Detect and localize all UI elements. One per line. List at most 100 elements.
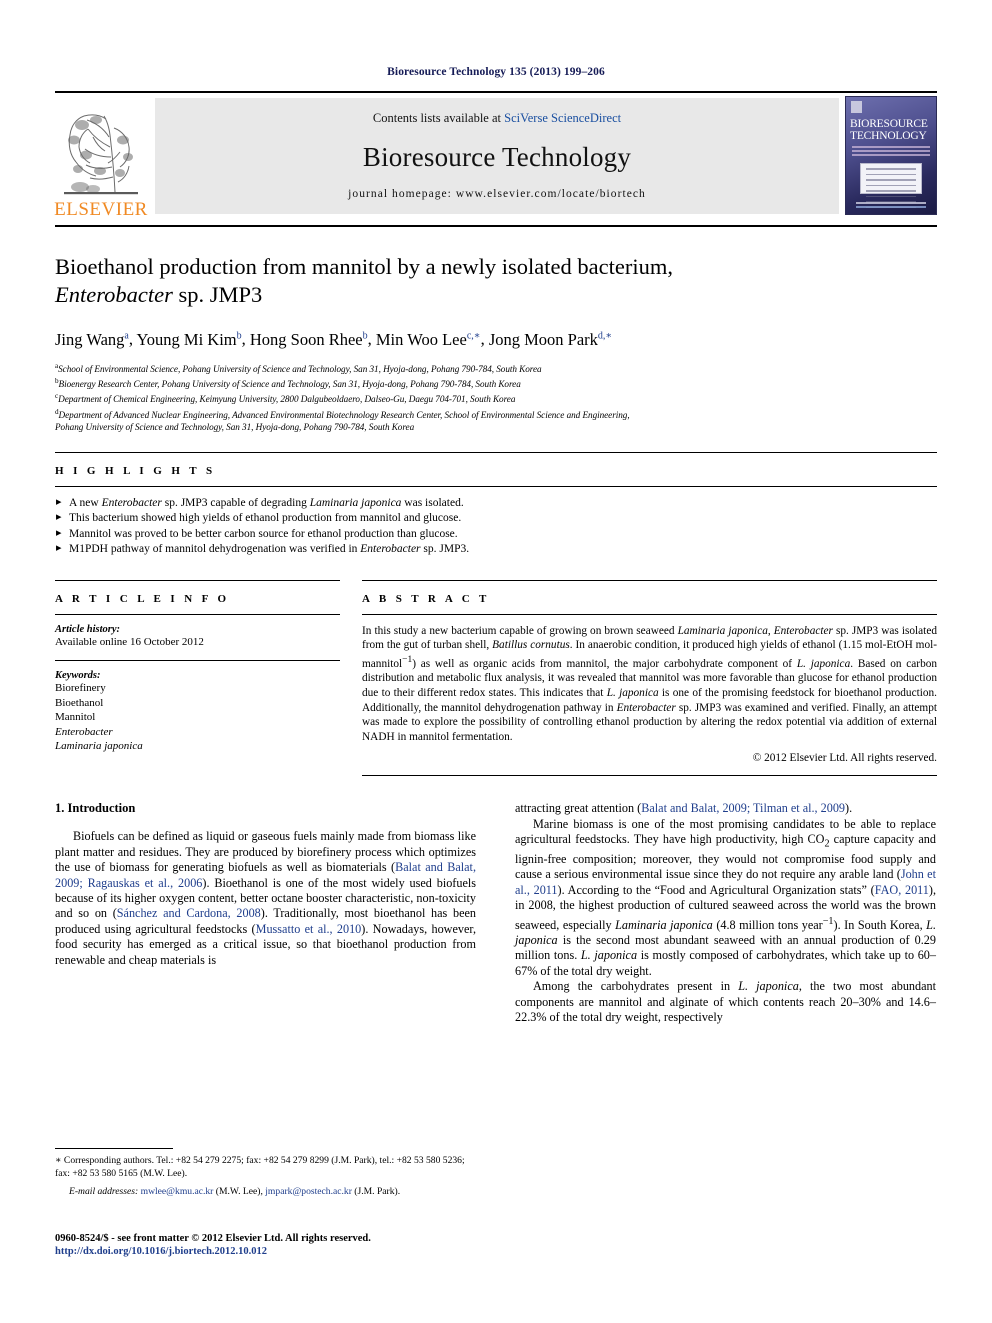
journal-band: Contents lists available at SciVerse Sci… <box>155 98 839 214</box>
keyword: Laminaria japonica <box>55 740 143 753</box>
italic-term: L. japonica <box>796 657 851 670</box>
highlight-text: This bacterium showed high yields of eth… <box>69 512 462 525</box>
highlight-text: Mannitol was proved to be better carbon … <box>69 527 458 540</box>
section-heading-introduction: 1. Introduction <box>55 801 136 816</box>
citation-link[interactable]: Sánchez and Cardona, 2008 <box>117 906 261 920</box>
italic-term: Laminaria japonica <box>615 917 713 932</box>
author-sep: , <box>480 329 489 349</box>
article-info-heading: A R T I C L E I N F O <box>55 592 230 605</box>
running-head: Bioresource Technology 135 (2013) 199–20… <box>387 66 605 78</box>
cover-title: BIORESOURCE TECHNOLOGY <box>850 118 932 142</box>
citation-link[interactable]: Mussatto et al., 2010 <box>256 922 362 936</box>
cover-elsevier-icon <box>851 101 862 113</box>
body-column-left: 1. Introduction Biofuels can be defined … <box>55 801 476 1025</box>
cover-footer-lines <box>856 202 926 210</box>
issn-front-matter: 0960-8524/$ - see front matter © 2012 El… <box>55 1233 371 1244</box>
paragraph: Marine biomass is one of the most promis… <box>515 816 937 978</box>
journal-article-page: Bioresource Technology 135 (2013) 199–20… <box>0 0 992 1323</box>
article-info-column: A R T I C L E I N F O Article history: A… <box>55 579 340 777</box>
citation-link[interactable]: FAO, 2011 <box>875 883 929 897</box>
keywords-rule <box>55 660 340 662</box>
cover-subtitle-lines <box>852 146 930 159</box>
italic-term: L. japonica <box>738 979 799 994</box>
highlight-text: M1PDH pathway of mannitol dehydrogenatio… <box>69 543 361 556</box>
citation-link[interactable]: Balat and Balat, 2009; Tilman et al., 20… <box>641 801 845 815</box>
highlight-item: A new Enterobacter sp. JMP3 capable of d… <box>55 495 937 512</box>
affiliation: cDepartment of Chemical Engineering, Kei… <box>55 390 937 405</box>
abstract-column: A B S T R A C T In this study a new bact… <box>362 579 937 777</box>
elsevier-wordmark: ELSEVIER <box>54 199 148 220</box>
author-sep: , <box>241 329 250 349</box>
journal-cover-thumbnail: BIORESOURCE TECHNOLOGY <box>845 96 937 215</box>
italic-term: Enterobacter <box>616 701 676 714</box>
author-affil-mark: c,∗ <box>466 330 481 341</box>
cover-title-line2: TECHNOLOGY <box>850 129 927 142</box>
abstract-mid-rule <box>362 613 937 615</box>
author[interactable]: Young Mi Kimb <box>137 330 242 349</box>
author-name: Jong Moon Park <box>488 329 598 349</box>
article-info-top-rule <box>55 579 340 581</box>
masthead-bottom-rule <box>55 225 937 227</box>
page-title: Bioethanol production from mannitol by a… <box>55 253 937 309</box>
italic-term: L. japonica <box>580 948 638 963</box>
email-label: E-mail addresses: <box>69 1186 139 1198</box>
author-name: Jing Wang <box>55 329 125 349</box>
affiliation-list: aSchool of Environmental Science, Pohang… <box>55 360 937 434</box>
highlight-item: Mannitol was proved to be better carbon … <box>55 526 937 543</box>
highlight-text: sp. JMP3 capable of degrading <box>161 496 310 509</box>
affiliation-text: Department of Chemical Engineering, Keim… <box>58 394 516 405</box>
author[interactable]: Min Woo Leec,∗ <box>376 330 481 349</box>
article-title-line2-rest: sp. JMP3 <box>172 282 263 307</box>
keyword: Biorefinery <box>55 682 106 695</box>
affiliation-text: Department of Advanced Nuclear Engineeri… <box>58 409 630 420</box>
sciencedirect-link[interactable]: SciVerse ScienceDirect <box>504 111 621 125</box>
italic-term: Laminaria japonica <box>677 624 768 637</box>
affiliation: dDepartment of Advanced Nuclear Engineer… <box>55 406 937 421</box>
elsevier-logo: ELSEVIER <box>54 93 148 221</box>
author[interactable]: Jong Moon Parkd,∗ <box>489 330 612 349</box>
abstract-bottom-rule <box>362 775 937 777</box>
highlights-heading: H I G H L I G H T S <box>55 464 216 477</box>
cover-figure <box>860 163 922 208</box>
author-list: Jing Wanga, Young Mi Kimb, Hong Soon Rhe… <box>55 326 937 350</box>
email-link-2[interactable]: jmpark@postech.ac.kr <box>265 1186 352 1197</box>
affiliation: bBioenergy Research Center, Pohang Unive… <box>55 375 937 390</box>
email-owner-1: (M.W. Lee), <box>213 1186 266 1198</box>
keyword: Mannitol <box>55 711 96 724</box>
paragraph: Biofuels can be defined as liquid or gas… <box>55 829 476 967</box>
footnote-area: ∗ Corresponding authors. Tel.: +82 54 27… <box>55 1148 476 1199</box>
affiliation-text: School of Environmental Science, Pohang … <box>58 363 542 374</box>
doi-link[interactable]: http://dx.doi.org/10.1016/j.biortech.201… <box>55 1245 575 1258</box>
article-title-genus: Enterobacter <box>55 282 173 307</box>
email-link-1[interactable]: mwlee@kmu.ac.kr <box>141 1186 214 1197</box>
journal-title: Bioresource Technology <box>362 141 632 172</box>
abstract-heading: A B S T R A C T <box>362 592 490 605</box>
paragraph-continued: attracting great attention (Balat and Ba… <box>515 801 853 816</box>
abstract-copyright: © 2012 Elsevier Ltd. All rights reserved… <box>752 752 937 765</box>
highlights-top-rule <box>55 451 937 453</box>
highlight-item: This bacterium showed high yields of eth… <box>55 510 937 527</box>
paragraph: Among the carbohydrates present in L. ja… <box>515 979 936 1025</box>
keywords-label: Keywords: <box>55 670 101 682</box>
author-sep: , <box>128 329 137 349</box>
affiliation-text: Bioenergy Research Center, Pohang Univer… <box>58 379 521 390</box>
italic-term: L. japonica <box>606 686 659 699</box>
journal-homepage-link[interactable]: journal homepage: www.elsevier.com/locat… <box>348 188 646 200</box>
contents-prefix: Contents lists available at <box>372 111 505 125</box>
affiliation-text: Pohang University of Science and Technol… <box>55 422 415 433</box>
article-history-value: Available online 16 October 2012 <box>55 635 204 648</box>
email-addresses-note: E-mail addresses: mwlee@kmu.ac.kr (M.W. … <box>55 1186 476 1199</box>
author-sep: , <box>367 329 376 349</box>
article-title-line1: Bioethanol production from mannitol by a… <box>55 254 673 279</box>
author-name: Min Woo Lee <box>375 329 467 349</box>
info-abstract-region: A R T I C L E I N F O Article history: A… <box>55 579 937 777</box>
elsevier-tree-icon <box>64 114 138 195</box>
author-affil-mark: d,∗ <box>597 330 613 341</box>
journal-masthead: ELSEVIER Contents lists available at Sci… <box>54 91 937 221</box>
author[interactable]: Jing Wanga <box>55 330 129 349</box>
author[interactable]: Hong Soon Rheeb <box>250 330 368 349</box>
keyword: Bioethanol <box>55 696 104 709</box>
imprint-block: 0960-8524/$ - see front matter © 2012 El… <box>55 1232 575 1258</box>
italic-term: Enterobacter <box>773 624 833 637</box>
article-history-label: Article history: <box>55 623 121 635</box>
